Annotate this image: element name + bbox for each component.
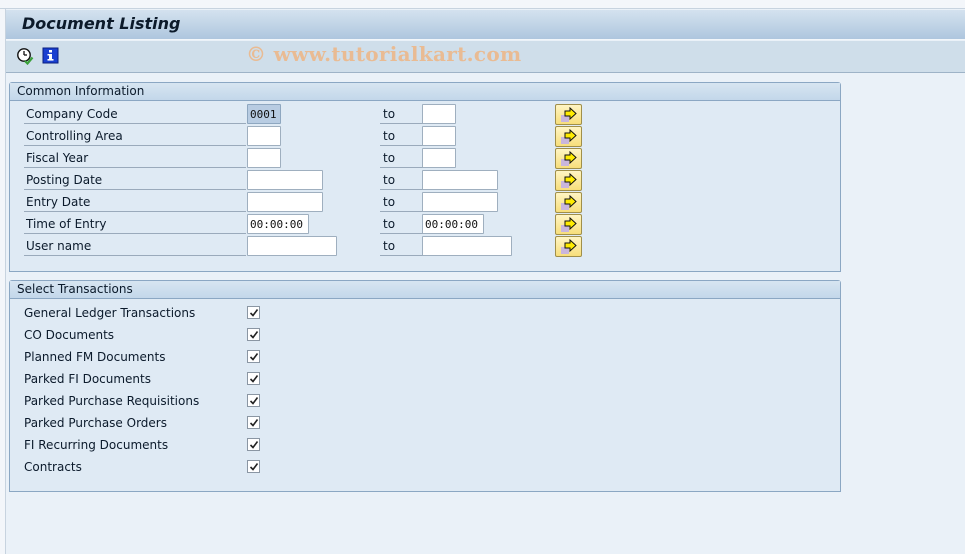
planned-fm-documents-checkbox[interactable]: [247, 350, 260, 363]
execute-clock-icon[interactable]: [16, 47, 34, 66]
to-label: to: [380, 215, 423, 234]
co-documents-row: CO Documents: [10, 324, 840, 346]
field-label: Fiscal Year: [24, 149, 246, 168]
to-label: to: [380, 171, 423, 190]
parked-purchase-orders-checkbox[interactable]: [247, 416, 260, 429]
user-name-from-input[interactable]: [247, 236, 337, 256]
parked-purchase-requisitions-row: Parked Purchase Requisitions: [10, 390, 840, 412]
fi-recurring-documents-row: FI Recurring Documents: [10, 434, 840, 456]
multiple-selection-button[interactable]: [555, 170, 582, 191]
checkbox-label: FI Recurring Documents: [24, 438, 169, 452]
field-label: Posting Date: [24, 171, 246, 190]
to-label: to: [380, 149, 423, 168]
user-name-to-input[interactable]: [422, 236, 512, 256]
multiple-selection-button[interactable]: [555, 192, 582, 213]
group-header: Common Information: [10, 83, 840, 101]
controlling-area-to-input[interactable]: [422, 126, 456, 146]
parked-purchase-requisitions-checkbox[interactable]: [247, 394, 260, 407]
title-bar: Document Listing: [6, 10, 965, 40]
arrow-right-icon: [561, 195, 577, 210]
to-label: to: [380, 105, 423, 124]
controlling-area-row: Controlling Area to: [10, 126, 840, 148]
entry-date-row: Entry Date to: [10, 192, 840, 214]
parked-fi-documents-checkbox[interactable]: [247, 372, 260, 385]
checkbox-label: Parked FI Documents: [24, 372, 151, 386]
parked-purchase-orders-row: Parked Purchase Orders: [10, 412, 840, 434]
contracts-checkbox[interactable]: [247, 460, 260, 473]
time-of-entry-to-input[interactable]: [422, 214, 484, 234]
checkmark-icon: [249, 463, 259, 471]
checkbox-label: CO Documents: [24, 328, 115, 342]
to-label: to: [380, 237, 423, 256]
common-information-group: Common Information Company Code to Contr…: [9, 82, 841, 272]
window-left-edge: [0, 9, 6, 554]
company-code-row: Company Code to: [10, 104, 840, 126]
multiple-selection-button[interactable]: [555, 214, 582, 235]
checkmark-icon: [249, 353, 259, 361]
checkbox-label: General Ledger Transactions: [24, 306, 196, 320]
fiscal-year-from-input[interactable]: [247, 148, 281, 168]
to-label: to: [380, 193, 423, 212]
company-code-to-input[interactable]: [422, 104, 456, 124]
multiple-selection-button[interactable]: [555, 236, 582, 257]
controlling-area-from-input[interactable]: [247, 126, 281, 146]
arrow-right-icon: [561, 239, 577, 254]
entry-date-from-input[interactable]: [247, 192, 323, 212]
checkmark-icon: [249, 309, 259, 317]
user-name-row: User name to: [10, 236, 840, 258]
checkmark-icon: [249, 419, 259, 427]
application-toolbar: © www.tutorialkart.com: [6, 41, 965, 73]
checkmark-icon: [249, 397, 259, 405]
multiple-selection-button[interactable]: [555, 148, 582, 169]
contracts-row: Contracts: [10, 456, 840, 478]
general-ledger-transactions-checkbox[interactable]: [247, 306, 260, 319]
multiple-selection-button[interactable]: [555, 104, 582, 125]
entry-date-to-input[interactable]: [422, 192, 498, 212]
field-label: Controlling Area: [24, 127, 246, 146]
arrow-right-icon: [561, 217, 577, 232]
checkbox-label: Planned FM Documents: [24, 350, 166, 364]
select-transactions-group: Select Transactions General Ledger Trans…: [9, 280, 841, 492]
field-label: Entry Date: [24, 193, 246, 212]
checkbox-label: Parked Purchase Orders: [24, 416, 167, 430]
posting-date-row: Posting Date to: [10, 170, 840, 192]
arrow-right-icon: [561, 151, 577, 166]
window-top-strip: [0, 0, 965, 9]
arrow-right-icon: [561, 107, 577, 122]
time-of-entry-row: Time of Entry to: [10, 214, 840, 236]
posting-date-from-input[interactable]: [247, 170, 323, 190]
watermark: © www.tutorialkart.com: [246, 42, 522, 66]
posting-date-to-input[interactable]: [422, 170, 498, 190]
checkbox-label: Contracts: [24, 460, 82, 474]
field-label: Time of Entry: [24, 215, 246, 234]
checkbox-label: Parked Purchase Requisitions: [24, 394, 200, 408]
time-of-entry-from-input[interactable]: [247, 214, 309, 234]
arrow-right-icon: [561, 129, 577, 144]
field-label: User name: [24, 237, 246, 256]
parked-fi-documents-row: Parked FI Documents: [10, 368, 840, 390]
company-code-from-input[interactable]: [247, 104, 281, 124]
page-title: Document Listing: [22, 14, 181, 33]
checkmark-icon: [249, 331, 259, 339]
planned-fm-documents-row: Planned FM Documents: [10, 346, 840, 368]
arrow-right-icon: [561, 173, 577, 188]
fiscal-year-to-input[interactable]: [422, 148, 456, 168]
to-label: to: [380, 127, 423, 146]
field-label: Company Code: [24, 105, 246, 124]
checkmark-icon: [249, 375, 259, 383]
general-ledger-transactions-row: General Ledger Transactions: [10, 302, 840, 324]
group-header: Select Transactions: [10, 281, 840, 299]
fi-recurring-documents-checkbox[interactable]: [247, 438, 260, 451]
co-documents-checkbox[interactable]: [247, 328, 260, 341]
info-icon[interactable]: [42, 47, 60, 65]
checkmark-icon: [249, 441, 259, 449]
fiscal-year-row: Fiscal Year to: [10, 148, 840, 170]
multiple-selection-button[interactable]: [555, 126, 582, 147]
